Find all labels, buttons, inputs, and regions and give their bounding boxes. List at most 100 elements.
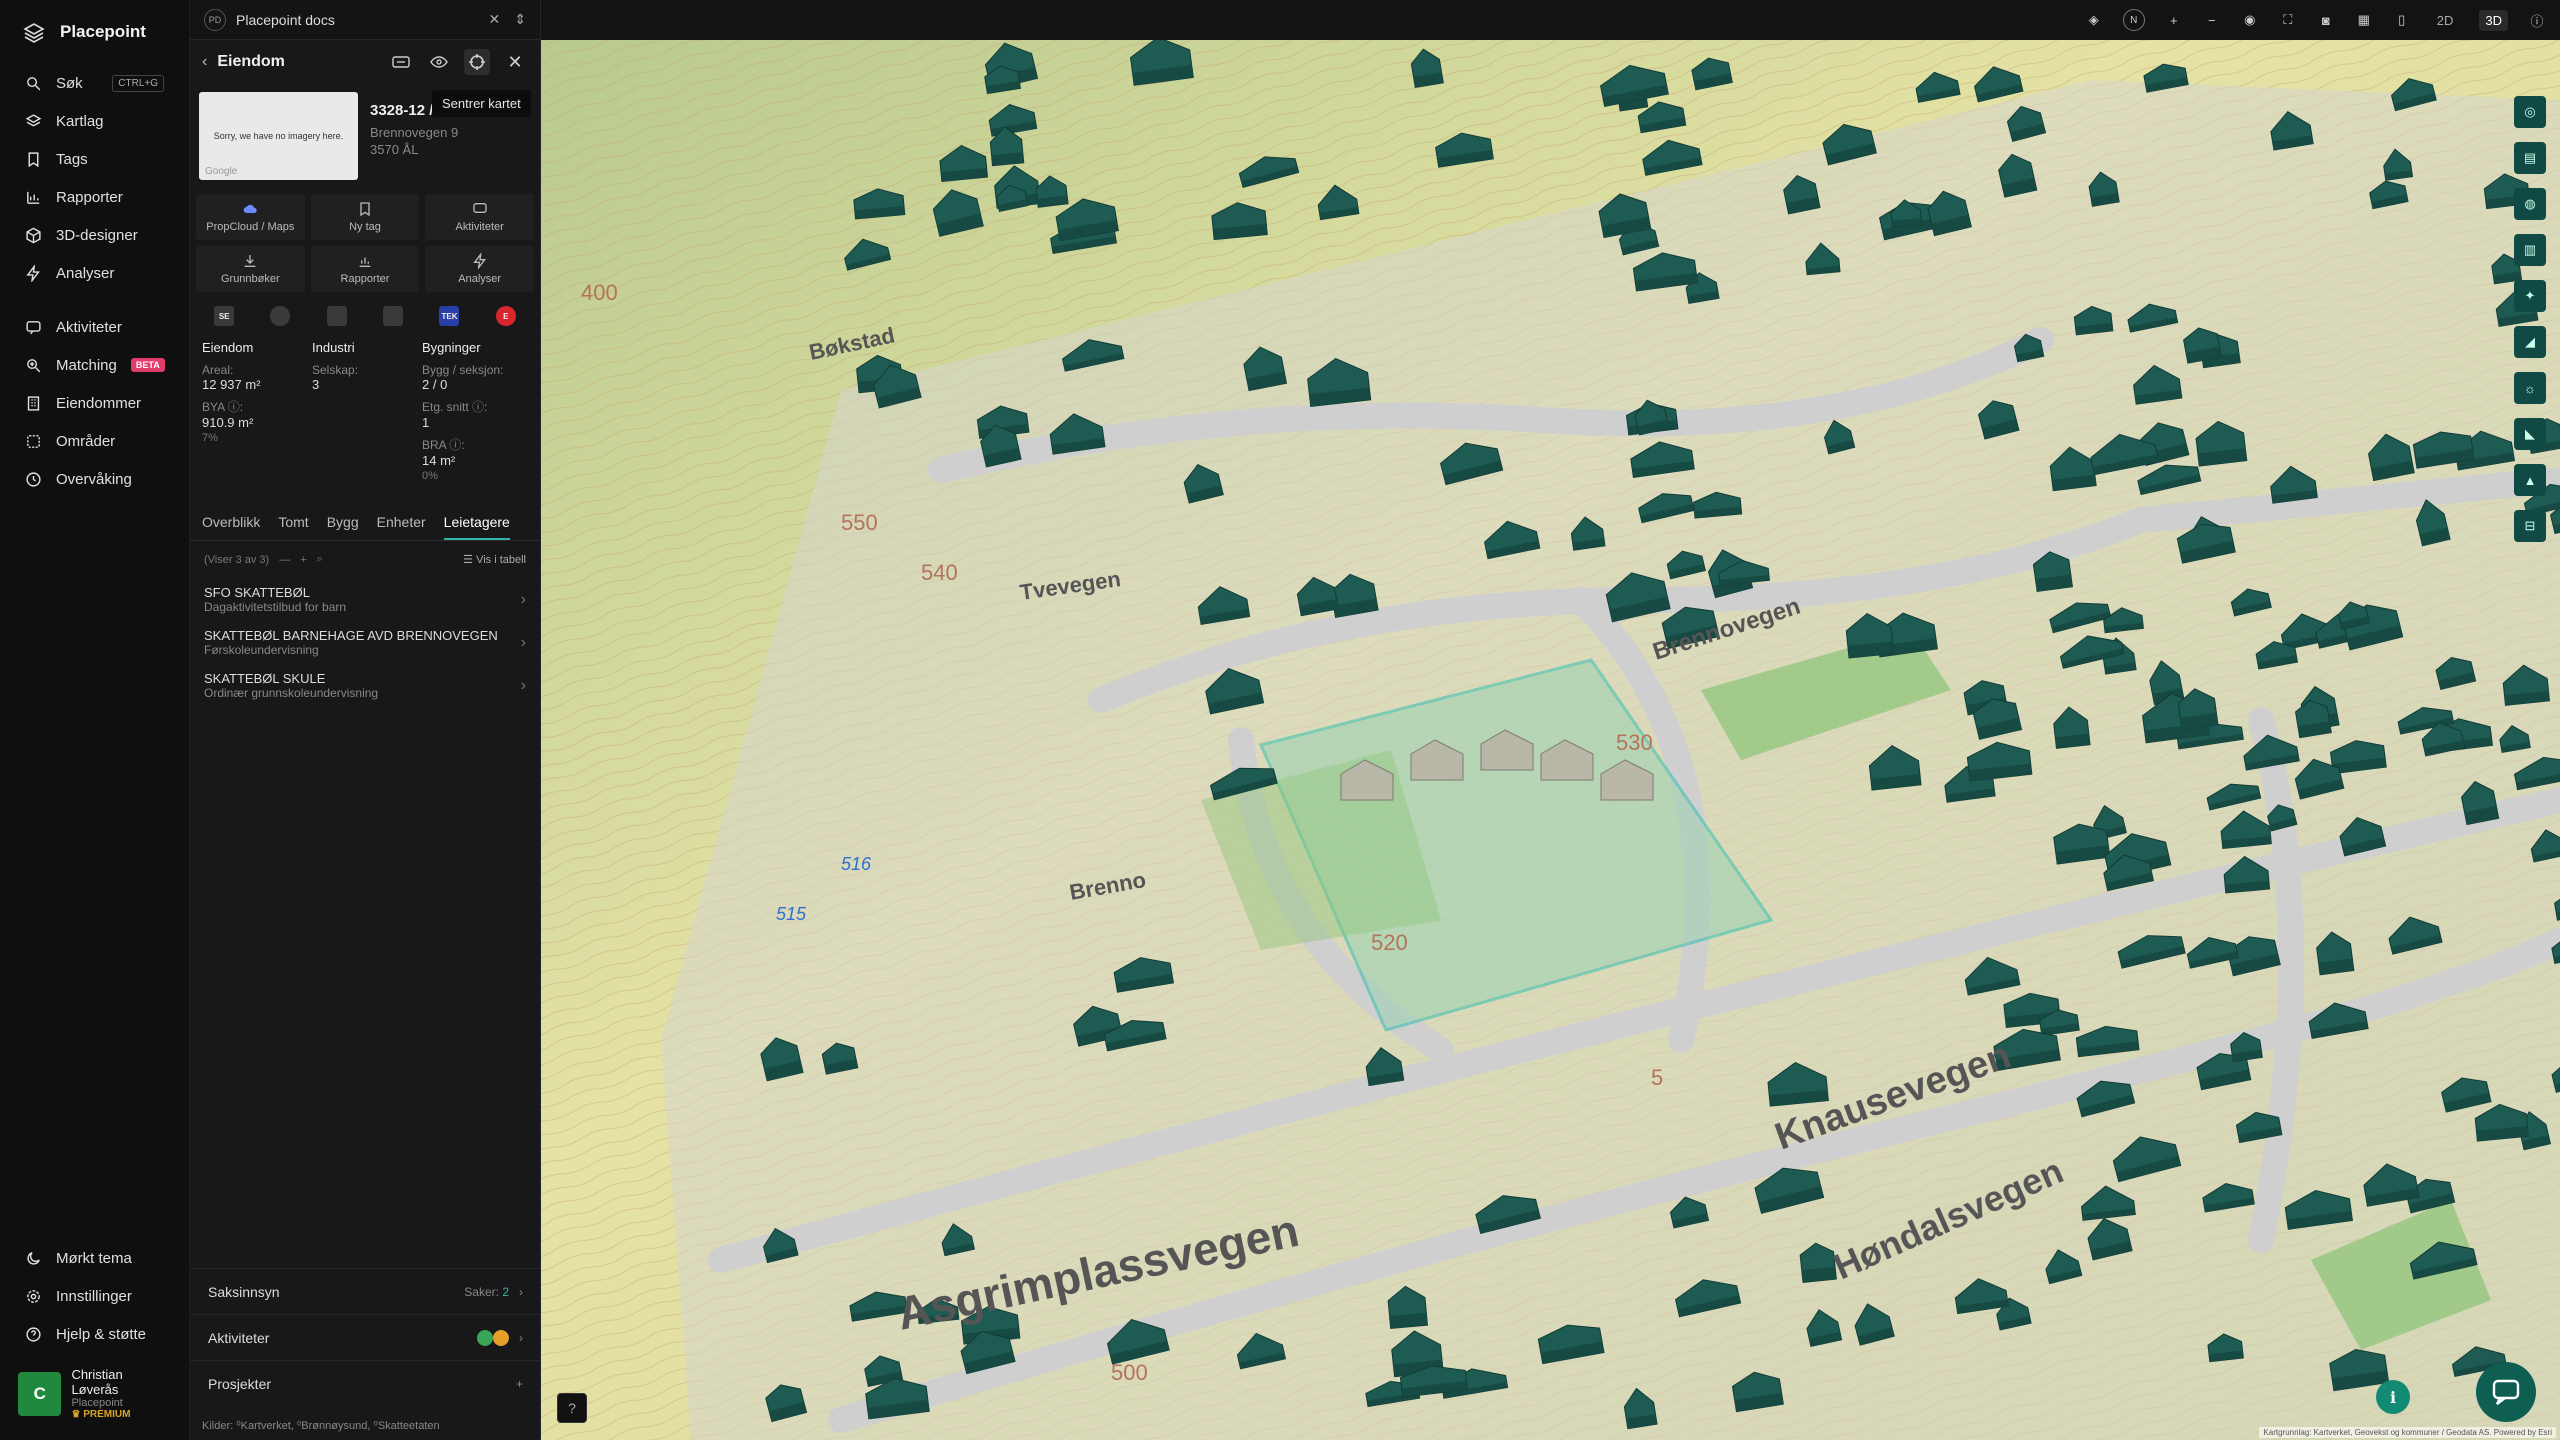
contour-label: 515 bbox=[776, 904, 807, 924]
download-icon bbox=[244, 255, 256, 267]
sun-tool-icon[interactable]: ☼ bbox=[2514, 372, 2546, 404]
drone-tool-icon[interactable]: ✦ bbox=[2514, 280, 2546, 312]
activity-avatar bbox=[477, 1329, 493, 1346]
grid-icon[interactable]: ▦ bbox=[2355, 11, 2373, 29]
minus-icon[interactable]: — bbox=[279, 554, 290, 566]
contour-label: 500 bbox=[1111, 1360, 1148, 1385]
map-help-button[interactable]: ? bbox=[557, 1393, 587, 1423]
camera-tool-icon[interactable]: ◍ bbox=[2514, 188, 2546, 220]
chat-icon bbox=[472, 203, 487, 213]
docs-title[interactable]: Placepoint docs bbox=[236, 12, 335, 28]
bookmark-icon[interactable]: ▯ bbox=[2393, 11, 2411, 29]
tab-overblikk[interactable]: Overblikk bbox=[202, 506, 260, 540]
prosjekter-section[interactable]: Prosjekter + bbox=[190, 1360, 541, 1406]
table-view-button[interactable]: ☰ Vis i tabell bbox=[463, 553, 526, 566]
new-tag-button[interactable]: Ny tag bbox=[310, 194, 420, 240]
tab-bygg[interactable]: Bygg bbox=[327, 506, 359, 540]
map-viewport[interactable]: Asgrimplassvegen Knausevegen Høndalsvegen B… bbox=[541, 40, 2560, 1440]
source-globe-icon[interactable] bbox=[270, 306, 291, 326]
back-icon[interactable]: ‹ bbox=[202, 53, 207, 71]
profile-tool-icon[interactable]: ◢ bbox=[2514, 326, 2546, 358]
view-2d-toggle[interactable]: 2D bbox=[2431, 10, 2460, 31]
saksinnsyn-section[interactable]: Saksinnsyn Saker: 2 › bbox=[190, 1268, 541, 1314]
activities-button[interactable]: Aktiviteter bbox=[425, 194, 534, 240]
nav-analyser[interactable]: Analyser bbox=[0, 254, 189, 292]
reports-button[interactable]: Rapporter bbox=[310, 246, 420, 292]
plus-icon[interactable]: + bbox=[516, 1377, 523, 1391]
nav-aktiviteter[interactable]: Aktiviteter bbox=[0, 308, 189, 346]
nav-omrader[interactable]: Områder bbox=[0, 422, 189, 460]
camera-icon[interactable]: ◙ bbox=[2317, 11, 2335, 29]
center-map-icon[interactable] bbox=[464, 49, 490, 75]
nav-3d-designer[interactable]: 3D-designer bbox=[0, 216, 189, 254]
avatar: C bbox=[18, 1371, 62, 1416]
close-panel-icon[interactable]: ✕ bbox=[502, 49, 528, 75]
view-3d-toggle[interactable]: 3D bbox=[2479, 9, 2508, 31]
nav-label: Rapporter bbox=[56, 188, 123, 206]
thumbnail-credit: Google bbox=[205, 166, 238, 177]
nav-eiendommer[interactable]: Eiendommer bbox=[0, 384, 189, 422]
view-360-icon[interactable] bbox=[388, 49, 414, 75]
brand[interactable]: Placepoint bbox=[0, 0, 189, 64]
close-icon[interactable]: ✕ bbox=[489, 11, 501, 28]
chat-icon bbox=[26, 320, 41, 334]
analyses-button[interactable]: Analyser bbox=[425, 246, 534, 292]
measure-tool-icon[interactable]: ▤ bbox=[2514, 142, 2546, 174]
plus-icon[interactable]: + bbox=[300, 554, 306, 566]
terrain-map[interactable]: AsgrimplassvegenKnausevegenHøndalsvegenB… bbox=[541, 40, 2560, 1440]
nav-label: Innstillinger bbox=[56, 1287, 132, 1305]
action-grid: PropCloud / Maps Ny tag Aktiviteter Grun… bbox=[190, 188, 540, 292]
land-registry-button[interactable]: Grunnbøker bbox=[196, 246, 305, 292]
source-signal-icon[interactable] bbox=[383, 306, 404, 326]
source-e-icon[interactable]: E bbox=[495, 306, 516, 326]
nav-label: Mørkt tema bbox=[56, 1249, 132, 1267]
nav-kartlag[interactable]: Kartlag bbox=[0, 102, 189, 140]
nav-tags[interactable]: Tags bbox=[0, 140, 189, 178]
zoom-in-icon[interactable]: + bbox=[2165, 11, 2183, 29]
layers-tool-icon[interactable]: ◎ bbox=[2514, 96, 2546, 128]
floors-tool-icon[interactable]: ◣ bbox=[2514, 418, 2546, 450]
property-thumbnail[interactable]: Sorry, we have no imagery here. Google bbox=[199, 92, 358, 180]
bookmark-icon bbox=[28, 151, 39, 167]
nav-matching[interactable]: Matching BETA bbox=[0, 346, 189, 384]
plan-badge: ♛ PREMIUM bbox=[71, 1409, 131, 1420]
nav-help[interactable]: Hjelp & støtte bbox=[0, 1315, 190, 1353]
fullscreen-icon[interactable]: ⛶ bbox=[2279, 11, 2297, 29]
propcloud-button[interactable]: PropCloud / Maps bbox=[196, 194, 305, 240]
layers-stack-icon[interactable]: ◈ bbox=[2085, 11, 2103, 29]
nav-settings[interactable]: Innstillinger bbox=[0, 1277, 190, 1315]
list-item[interactable]: SKATTEBØL SKULE Ordinær grunnskoleundervi… bbox=[190, 664, 540, 707]
zoom-out-icon[interactable]: − bbox=[2203, 11, 2221, 29]
nav-label: Tags bbox=[56, 150, 88, 168]
user-profile[interactable]: C Christian Løverås Placepoint ♛ PREMIUM bbox=[0, 1353, 190, 1440]
map-info-button[interactable]: i bbox=[2376, 1380, 2410, 1414]
info-icon[interactable]: ⓘ bbox=[2528, 11, 2546, 29]
nav-rapporter[interactable]: Rapporter bbox=[0, 178, 189, 216]
nav-overvaking[interactable]: Overvåking bbox=[0, 460, 189, 498]
section-tool-icon[interactable]: ⊟ bbox=[2514, 510, 2546, 542]
tab-enheter[interactable]: Enheter bbox=[377, 506, 426, 540]
tab-tomt[interactable]: Tomt bbox=[278, 506, 308, 540]
terrain-tool-icon[interactable]: ▲ bbox=[2514, 464, 2546, 496]
nav-dark-theme[interactable]: Mørkt tema bbox=[0, 1239, 190, 1277]
tenant-list: SFO SKATTEBØL Dagaktivitetstilbud for bar… bbox=[190, 578, 540, 707]
eye-icon[interactable]: ◉ bbox=[2241, 11, 2259, 29]
list-item[interactable]: SKATTEBØL BARNEHAGE AVD BRENNOVEGEN Førsk… bbox=[190, 621, 540, 664]
search-icon bbox=[27, 76, 41, 90]
chat-button[interactable] bbox=[2476, 1362, 2536, 1422]
chevron-updown-icon[interactable]: ⇕ bbox=[514, 11, 526, 28]
source-industry-icon[interactable] bbox=[326, 306, 347, 326]
nav-label: Matching bbox=[56, 356, 117, 374]
nav-search[interactable]: Søk CTRL+G bbox=[0, 64, 189, 102]
chevron-right-icon: › bbox=[520, 590, 526, 608]
search-icon[interactable]: ⌕ bbox=[317, 553, 323, 566]
list-item[interactable]: SFO SKATTEBØL Dagaktivitetstilbud for bar… bbox=[190, 578, 540, 621]
source-se-icon[interactable]: SE bbox=[214, 306, 235, 326]
eye-icon[interactable] bbox=[426, 49, 452, 75]
aktiviteter-section[interactable]: Aktiviteter › bbox=[190, 1314, 541, 1360]
source-tek-icon[interactable]: TEK bbox=[439, 306, 460, 326]
chart-tool-icon[interactable]: ▥ bbox=[2514, 234, 2546, 266]
compass-icon[interactable]: N bbox=[2122, 9, 2145, 31]
tab-leietagere[interactable]: Leietagere bbox=[443, 506, 510, 540]
chevron-right-icon: › bbox=[519, 1330, 523, 1345]
